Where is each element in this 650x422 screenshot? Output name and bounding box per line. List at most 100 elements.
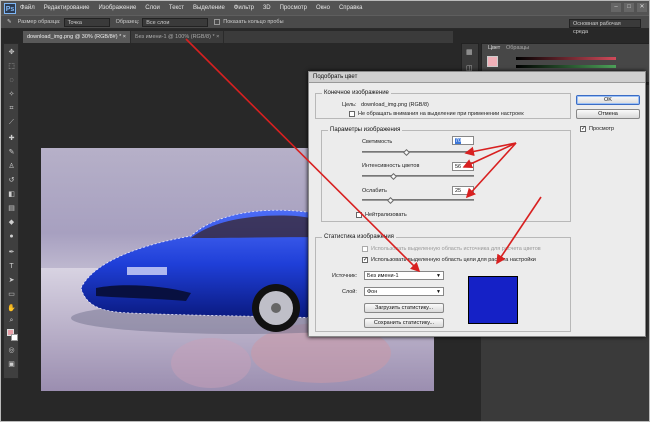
tab-download-img[interactable]: download_img.png @ 30% (RGB/8#) * × [23, 31, 131, 43]
source-label: Источник: [332, 273, 358, 279]
panel-color-swatch[interactable] [487, 56, 498, 67]
menu-bar: Ps Файл Редактирование Изображение Слои … [1, 1, 649, 15]
menu-3d[interactable]: 3D [263, 5, 271, 11]
chevron-down-icon: ▼ [436, 289, 441, 295]
red-slider[interactable] [516, 57, 616, 60]
quick-select-tool-icon[interactable]: ✧ [7, 90, 16, 99]
sample-select[interactable]: Все слои [142, 17, 209, 27]
image-statistics-group: Статистика изображения Использовать выде… [315, 234, 571, 332]
use-target-selection-checkbox[interactable] [362, 256, 368, 263]
menu-select[interactable]: Выделение [193, 5, 225, 11]
ring-label: Показать кольцо пробы [223, 19, 284, 25]
eraser-tool-icon[interactable]: ◧ [7, 190, 16, 199]
shape-tool-icon[interactable]: ▭ [7, 290, 16, 299]
menu-filter[interactable]: Фильтр [234, 5, 254, 11]
source-select[interactable]: Без имени-1 ▼ [364, 271, 444, 280]
tab-untitled-1[interactable]: Без имени-1 @ 100% (RGB/8) * × [131, 31, 225, 43]
ok-button[interactable]: OK [576, 95, 640, 105]
background-color-swatch[interactable] [11, 334, 18, 341]
luminance-slider[interactable] [362, 151, 474, 153]
type-tool-icon[interactable]: T [7, 262, 16, 271]
zoom-tool-icon[interactable]: ⌕ [7, 316, 16, 325]
menu-help[interactable]: Справка [339, 5, 363, 11]
blur-tool-icon[interactable]: ◆ [7, 218, 16, 227]
use-source-selection-checkbox[interactable] [362, 246, 368, 252]
intensity-slider[interactable] [362, 175, 474, 177]
load-statistics-button[interactable]: Загрузить статистику... [364, 303, 444, 313]
preview-label: Просмотр [589, 126, 615, 132]
tab-close-icon[interactable]: × [216, 34, 219, 40]
cancel-button[interactable]: Отмена [576, 109, 640, 119]
menu-window[interactable]: Окно [316, 5, 330, 11]
ignore-selection-label: Не обращать внимания на выделение при пр… [358, 111, 524, 117]
statistics-label: Статистика изображения [322, 234, 396, 240]
hand-tool-icon[interactable]: ✋ [7, 304, 16, 313]
image-options-group: Параметры изображения Светимость 70 Инте… [321, 127, 571, 222]
crop-tool-icon[interactable]: ⌗ [7, 104, 16, 113]
path-select-icon[interactable]: ➤ [7, 276, 16, 285]
tab-label: Без имени-1 @ 100% (RGB/8) * [135, 34, 215, 40]
use-source-selection-label: Использовать выделенную область источник… [371, 246, 541, 252]
neutralize-label: Нейтрализовать [365, 212, 407, 218]
neutralize-checkbox[interactable] [356, 212, 362, 218]
fade-slider[interactable] [362, 199, 474, 201]
dodge-tool-icon[interactable]: ● [7, 232, 16, 241]
window-controls: – □ ✕ [611, 3, 647, 12]
use-target-selection-label: Использовать выделенную область цели для… [371, 257, 536, 263]
ring-checkbox[interactable] [214, 19, 221, 25]
toolbox: ✥ ⬚ ◌ ✧ ⌗ ⟋ ✚ ✎ ♙ ↺ ◧ ▤ ◆ ● ✒ T ➤ ▭ ✋ ⌕ … [3, 43, 19, 379]
brush-tool-icon[interactable]: ✎ [7, 148, 16, 157]
pen-tool-icon[interactable]: ✒ [7, 248, 16, 257]
menu-edit[interactable]: Редактирование [44, 5, 90, 11]
menu-image[interactable]: Изображение [98, 5, 136, 11]
tab-color[interactable]: Цвет [488, 45, 500, 51]
menu-type[interactable]: Текст [169, 5, 184, 11]
size-label: Размер образца: [17, 19, 61, 25]
history-brush-icon[interactable]: ↺ [7, 176, 16, 185]
target-value: download_img.png (RGB/8) [361, 102, 429, 108]
chevron-down-icon: ▼ [436, 273, 441, 279]
menu-layers[interactable]: Слои [145, 5, 160, 11]
options-bar: ✎ Размер образца: Точка Образец: Все сло… [1, 15, 649, 35]
intensity-input[interactable]: 56 [452, 162, 474, 171]
lasso-tool-icon[interactable]: ◌ [7, 76, 16, 85]
move-tool-icon[interactable]: ✥ [7, 48, 16, 57]
eyedropper-tool-icon[interactable]: ⟋ [7, 118, 16, 127]
photoshop-window: Ps Файл Редактирование Изображение Слои … [0, 0, 650, 422]
sample-label: Образец: [115, 19, 140, 25]
maximize-button[interactable]: □ [624, 3, 634, 12]
target-group-label: Конечное изображение [322, 90, 391, 96]
dialog-title: Подобрать цвет [309, 72, 645, 83]
ignore-selection-checkbox[interactable] [349, 111, 355, 117]
intensity-label: Интенсивность цветов [362, 163, 420, 169]
size-select[interactable]: Точка [63, 17, 110, 27]
screen-mode-icon[interactable]: ▣ [7, 360, 16, 369]
healing-tool-icon[interactable]: ✚ [7, 134, 16, 143]
document-tabs: download_img.png @ 30% (RGB/8#) * × Без … [23, 31, 453, 43]
fade-input[interactable]: 25 [452, 186, 474, 195]
eyedropper-icon[interactable]: ✎ [7, 19, 12, 25]
menu-file[interactable]: Файл [20, 5, 35, 11]
gradient-tool-icon[interactable]: ▤ [7, 204, 16, 213]
quick-mask-icon[interactable]: ◎ [7, 346, 16, 355]
green-slider[interactable] [516, 65, 616, 68]
layer-select[interactable]: Фон ▼ [364, 287, 444, 296]
tab-swatches[interactable]: Образцы [506, 45, 529, 51]
marquee-tool-icon[interactable]: ⬚ [7, 62, 16, 71]
preview-checkbox[interactable] [580, 125, 586, 132]
close-button[interactable]: ✕ [637, 3, 647, 12]
luminance-input[interactable]: 70 [452, 136, 474, 145]
layer-label: Слой: [342, 289, 357, 295]
source-color-preview [468, 276, 518, 324]
fade-label: Ослабить [362, 188, 387, 194]
history-panel-icon[interactable]: ▦ [466, 48, 473, 56]
workspace-select[interactable]: Основная рабочая среда [569, 19, 641, 35]
minimize-button[interactable]: – [611, 3, 621, 12]
tab-label: download_img.png @ 30% (RGB/8#) * [27, 34, 122, 40]
menu-view[interactable]: Просмотр [280, 5, 307, 11]
stamp-tool-icon[interactable]: ♙ [7, 162, 16, 171]
tab-close-icon[interactable]: × [123, 34, 126, 40]
target-label: Цель: [342, 102, 357, 108]
luminance-label: Светимость [362, 139, 393, 145]
save-statistics-button[interactable]: Сохранить статистику... [364, 318, 444, 328]
